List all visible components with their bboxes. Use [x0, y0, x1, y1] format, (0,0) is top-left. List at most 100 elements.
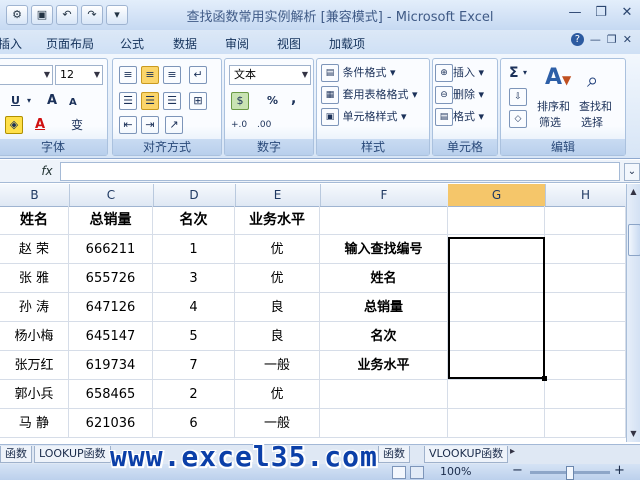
delete-cells-button[interactable]: ⊖ 删除 ▾ — [435, 85, 484, 105]
underline-dropdown-icon[interactable]: ▾ — [27, 91, 31, 111]
ribbon-restore-icon[interactable]: ❐ — [607, 33, 617, 46]
increase-decimal-icon[interactable]: +.0 — [231, 115, 247, 135]
column-header-g[interactable]: G — [448, 184, 546, 206]
autosum-button[interactable]: Σ — [509, 63, 519, 83]
cell[interactable] — [448, 409, 545, 438]
sheet-tab-vlookup[interactable]: VLOOKUP函数 — [424, 446, 509, 463]
column-header-f[interactable]: F — [320, 184, 449, 206]
tab-review[interactable]: 审阅 — [225, 35, 249, 52]
zoom-in-button[interactable]: + — [614, 463, 625, 478]
autosum-dropdown-icon[interactable]: ▾ — [523, 63, 527, 83]
increase-indent-icon[interactable]: ⇥ — [141, 115, 159, 135]
shrink-font-button[interactable]: A — [69, 93, 77, 113]
comma-button[interactable]: , — [291, 89, 296, 109]
total-cell[interactable]: 655726 — [69, 264, 153, 293]
table-format-button[interactable]: ▦ 套用表格格式 ▾ — [321, 85, 418, 105]
lookup-label-name[interactable]: 姓名 — [320, 264, 448, 293]
cell[interactable] — [545, 380, 626, 409]
level-cell[interactable]: 优 — [235, 235, 320, 264]
rank-cell[interactable]: 6 — [153, 409, 235, 438]
rank-cell[interactable]: 3 — [153, 264, 235, 293]
font-color-icon[interactable]: A — [35, 115, 45, 135]
sort-filter-label-2[interactable]: 筛选 — [539, 113, 561, 133]
tab-view[interactable]: 视图 — [277, 35, 301, 52]
column-header-c[interactable]: C — [69, 184, 154, 206]
column-header-h[interactable]: H — [545, 184, 627, 206]
find-select-label-2[interactable]: 选择 — [581, 113, 603, 133]
sort-filter-icon[interactable]: A▼ — [545, 63, 571, 93]
lookup-label-rank[interactable]: 名次 — [320, 322, 448, 351]
tab-insert[interactable]: 插入 — [0, 35, 22, 52]
align-top-icon[interactable]: ≡ — [119, 65, 137, 85]
scroll-thumb[interactable] — [628, 224, 640, 256]
page-layout-view-icon[interactable] — [410, 466, 424, 479]
expand-formula-icon[interactable]: ⌄ — [624, 163, 640, 181]
scroll-up-icon[interactable]: ▲ — [628, 186, 639, 198]
header-cell-level[interactable]: 业务水平 — [235, 206, 320, 235]
cell[interactable] — [545, 293, 626, 322]
name-cell[interactable]: 张万红 — [0, 351, 69, 380]
qat-dropdown-icon[interactable]: ▾ — [106, 5, 128, 25]
lookup-label-total[interactable]: 总销量 — [320, 293, 448, 322]
normal-view-icon[interactable] — [392, 466, 406, 479]
header-cell-total[interactable]: 总销量 — [69, 206, 153, 235]
level-cell[interactable]: 优 — [235, 380, 320, 409]
decrease-decimal-icon[interactable]: .00 — [257, 115, 271, 135]
undo-icon[interactable]: ↶ — [56, 5, 78, 25]
number-format-combo[interactable]: 文本 ▼ — [229, 65, 311, 85]
name-cell[interactable]: 赵 荣 — [0, 235, 69, 264]
rank-cell[interactable]: 7 — [153, 351, 235, 380]
cell[interactable] — [320, 380, 448, 409]
cell[interactable] — [545, 351, 626, 380]
level-cell[interactable]: 一般 — [235, 409, 320, 438]
align-middle-icon[interactable]: ≡ — [141, 65, 159, 85]
align-left-icon[interactable]: ☰ — [119, 91, 137, 111]
insert-cells-button[interactable]: ⊕ 插入 ▾ — [435, 63, 484, 83]
fill-icon[interactable]: ⇩ — [509, 87, 527, 107]
vertical-scrollbar[interactable]: ▲ ▼ — [626, 184, 640, 442]
underline-button[interactable]: U — [11, 91, 20, 111]
name-cell[interactable]: 郭小兵 — [0, 380, 69, 409]
redo-icon[interactable]: ↷ — [81, 5, 103, 25]
total-cell[interactable]: 647126 — [69, 293, 153, 322]
maximize-icon[interactable]: ❐ — [588, 2, 614, 24]
cell[interactable] — [545, 206, 626, 235]
cell[interactable] — [545, 322, 626, 351]
percent-button[interactable]: % — [267, 91, 278, 111]
wrap-text-icon[interactable]: ↵ — [189, 65, 207, 85]
formula-input[interactable] — [60, 162, 620, 181]
cell[interactable] — [545, 235, 626, 264]
save-icon[interactable]: ▣ — [31, 5, 53, 25]
minimize-icon[interactable]: — — [562, 2, 588, 24]
office-button-icon[interactable]: ⚙ — [6, 5, 28, 25]
font-name-combo[interactable]: ▼ — [0, 65, 53, 85]
merge-center-icon[interactable]: ⊞ — [189, 91, 207, 111]
column-header-d[interactable]: D — [153, 184, 236, 206]
total-cell[interactable]: 621036 — [69, 409, 153, 438]
help-icon[interactable]: ? — [570, 33, 584, 46]
font-size-combo[interactable]: 12 ▼ — [55, 65, 103, 85]
tab-formulas[interactable]: 公式 — [120, 35, 144, 52]
zoom-out-button[interactable]: − — [512, 463, 523, 478]
tab-addins[interactable]: 加载项 — [329, 35, 365, 52]
format-cells-button[interactable]: ▤ 格式 ▾ — [435, 107, 484, 127]
header-cell-name[interactable]: 姓名 — [0, 206, 69, 235]
level-cell[interactable]: 良 — [235, 293, 320, 322]
grow-font-button[interactable]: A — [47, 91, 57, 111]
zoom-slider-knob[interactable] — [566, 466, 574, 480]
ribbon-close-icon[interactable]: ✕ — [623, 33, 632, 46]
zoom-level[interactable]: 100% — [440, 465, 471, 478]
name-cell[interactable]: 杨小梅 — [0, 322, 69, 351]
cell[interactable] — [320, 409, 448, 438]
total-cell[interactable]: 645147 — [69, 322, 153, 351]
cell[interactable] — [320, 206, 448, 235]
column-header-b[interactable]: B — [0, 184, 70, 206]
sheet-tab-lookup[interactable]: LOOKUP函数 — [34, 446, 111, 463]
total-cell[interactable]: 658465 — [69, 380, 153, 409]
cell[interactable] — [448, 206, 545, 235]
ribbon-minimize-icon[interactable]: — — [590, 33, 601, 46]
fill-handle[interactable] — [542, 376, 547, 381]
cell[interactable] — [545, 264, 626, 293]
orientation-icon[interactable]: ↗ — [165, 115, 183, 135]
level-cell[interactable]: 良 — [235, 322, 320, 351]
